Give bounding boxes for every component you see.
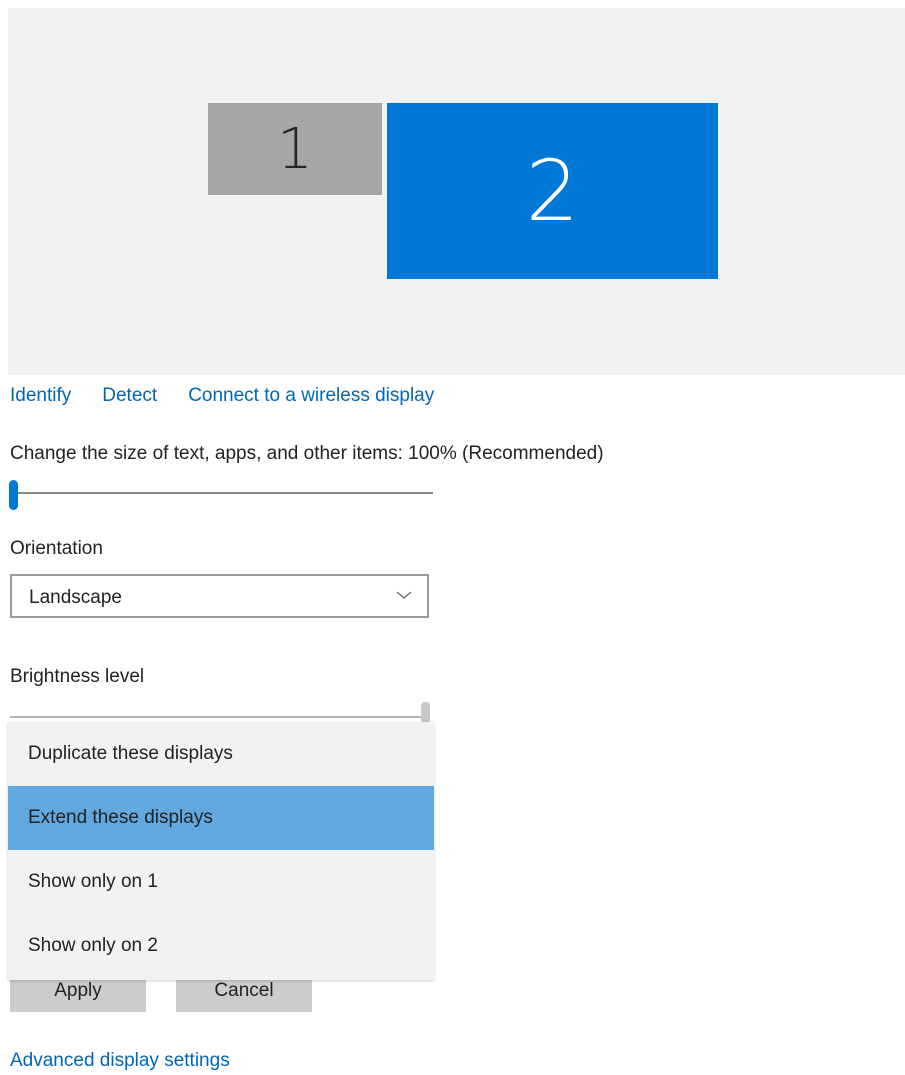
multiple-displays-dropdown: Duplicate these displays Extend these di… [8, 722, 434, 980]
display-arrangement-area: 1 2 [8, 8, 905, 375]
monitor-1-tile[interactable]: 1 [208, 103, 382, 195]
advanced-display-settings-link[interactable]: Advanced display settings [10, 1050, 230, 1072]
scale-label: Change the size of text, apps, and other… [10, 443, 604, 464]
monitor-2-number: 2 [525, 142, 580, 240]
brightness-slider-track[interactable] [10, 716, 426, 718]
orientation-select[interactable]: Landscape [10, 574, 429, 618]
scale-slider-thumb[interactable] [9, 480, 18, 510]
monitor-1-number: 1 [277, 116, 313, 182]
monitor-2-tile[interactable]: 2 [387, 103, 718, 279]
scale-slider-track[interactable] [12, 492, 433, 494]
chevron-down-icon [396, 591, 412, 599]
detect-link[interactable]: Detect [102, 385, 157, 407]
brightness-slider-thumb[interactable] [421, 702, 430, 724]
identify-link[interactable]: Identify [10, 385, 71, 407]
orientation-value: Landscape [29, 587, 122, 608]
menu-item-show-only-1[interactable]: Show only on 1 [8, 850, 434, 914]
brightness-label: Brightness level [10, 666, 145, 687]
orientation-label: Orientation [10, 538, 103, 559]
menu-item-show-only-2[interactable]: Show only on 2 [8, 914, 434, 978]
menu-item-extend[interactable]: Extend these displays [8, 786, 434, 850]
menu-item-duplicate[interactable]: Duplicate these displays [8, 722, 434, 786]
display-actions: Identify Detect Connect to a wireless di… [10, 385, 434, 407]
connect-wireless-display-link[interactable]: Connect to a wireless display [188, 385, 434, 407]
